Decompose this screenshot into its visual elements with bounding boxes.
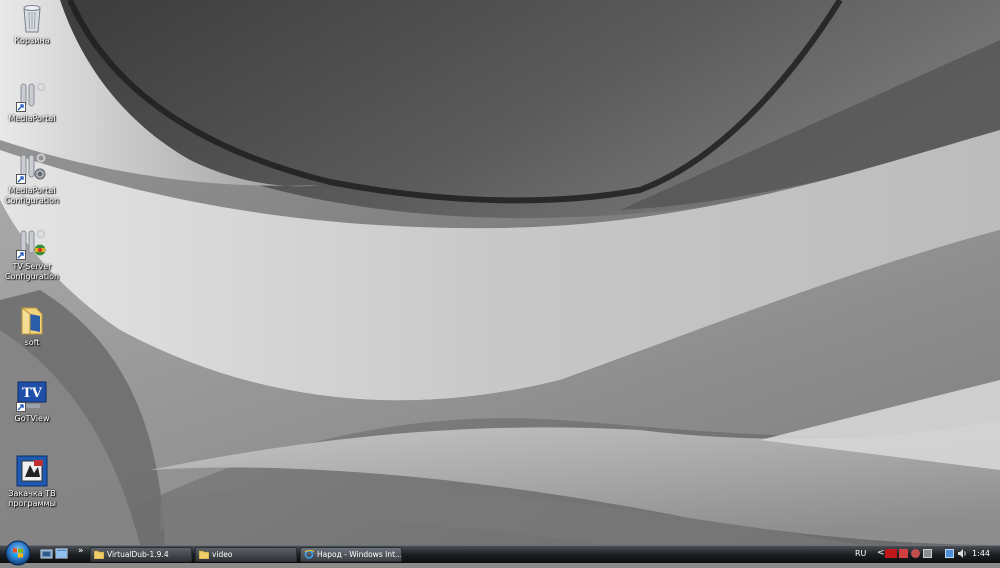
system-tray: RU < 1:44 bbox=[848, 546, 1000, 563]
desktop-icon-label: Корзина bbox=[14, 36, 50, 45]
desktop-icon-mediaportal-configuration[interactable]: MediaPortal Configuration bbox=[0, 152, 64, 206]
desktop-icon-tv-server-configuration[interactable]: TV-Server Configuration bbox=[0, 228, 64, 282]
show-desktop-icon bbox=[40, 549, 53, 559]
shortcut-arrow-icon bbox=[16, 102, 26, 112]
shortcut-arrow-icon bbox=[16, 250, 26, 260]
taskbar: » VirtualDub-1.9.4 video Народ - Windows… bbox=[0, 540, 1000, 566]
desktop-icon-label: Закачка TB программы bbox=[8, 489, 56, 508]
quick-launch-switch-windows[interactable] bbox=[55, 548, 68, 560]
quick-launch-show-desktop[interactable] bbox=[40, 548, 53, 560]
desktop-icon-label: MediaPortal Configuration bbox=[4, 186, 60, 205]
taskbar-button-label: Народ - Windows Int... bbox=[317, 550, 402, 559]
desktop-icon-gotview[interactable]: TV GoTView bbox=[0, 380, 64, 424]
desktop-icon-label: TV-Server Configuration bbox=[4, 262, 60, 281]
shortcut-arrow-icon bbox=[16, 174, 26, 184]
recycle-bin-icon bbox=[16, 2, 48, 34]
taskbar-button-virtualdub[interactable]: VirtualDub-1.9.4 bbox=[90, 547, 192, 562]
taskbar-button-label: video bbox=[212, 550, 233, 559]
folder-icon bbox=[94, 550, 104, 559]
quick-launch-more[interactable]: » bbox=[78, 546, 86, 558]
tv-server-config-icon bbox=[16, 228, 48, 260]
shortcut-arrow-icon bbox=[16, 402, 26, 412]
language-indicator[interactable]: RU bbox=[855, 549, 866, 558]
desktop-icon-label: GoTView bbox=[14, 414, 50, 423]
network-icon[interactable] bbox=[945, 549, 954, 558]
taskbar-button-video[interactable]: video bbox=[195, 547, 297, 562]
internet-explorer-icon bbox=[304, 550, 314, 559]
show-hidden-icons-button[interactable]: < bbox=[877, 548, 885, 558]
start-button[interactable] bbox=[4, 540, 32, 566]
desktop-icon-recycle-bin[interactable]: Корзина bbox=[0, 2, 64, 46]
antivirus-icon[interactable] bbox=[911, 549, 920, 558]
desktop-icon-download-tv-program[interactable]: Закачка TB программы bbox=[0, 455, 64, 509]
switch-windows-icon bbox=[55, 548, 68, 559]
mediaportal-icon bbox=[16, 80, 48, 112]
desktop-icon-label: MediaPortal bbox=[8, 114, 56, 123]
ati-icon[interactable] bbox=[885, 549, 897, 558]
taskbar-button-internet-explorer[interactable]: Народ - Windows Int... bbox=[300, 547, 402, 562]
svg-text:TV: TV bbox=[22, 386, 43, 401]
volume-icon[interactable] bbox=[958, 549, 967, 558]
network-warning-icon[interactable] bbox=[899, 549, 908, 558]
download-program-icon bbox=[16, 455, 48, 487]
tv-icon: TV bbox=[16, 380, 48, 412]
desktop-wallpaper bbox=[0, 0, 1000, 545]
taskbar-button-label: VirtualDub-1.9.4 bbox=[107, 550, 169, 559]
desktop-icon-soft[interactable]: soft bbox=[0, 304, 64, 348]
desktop-icon-mediaportal[interactable]: MediaPortal bbox=[0, 80, 64, 124]
folder-icon bbox=[16, 304, 48, 336]
folder-icon bbox=[199, 550, 209, 559]
clock[interactable]: 1:44 bbox=[972, 549, 990, 558]
battery-icon[interactable] bbox=[923, 549, 932, 558]
desktop-icon-label: soft bbox=[24, 338, 40, 347]
mediaportal-config-icon bbox=[16, 152, 48, 184]
